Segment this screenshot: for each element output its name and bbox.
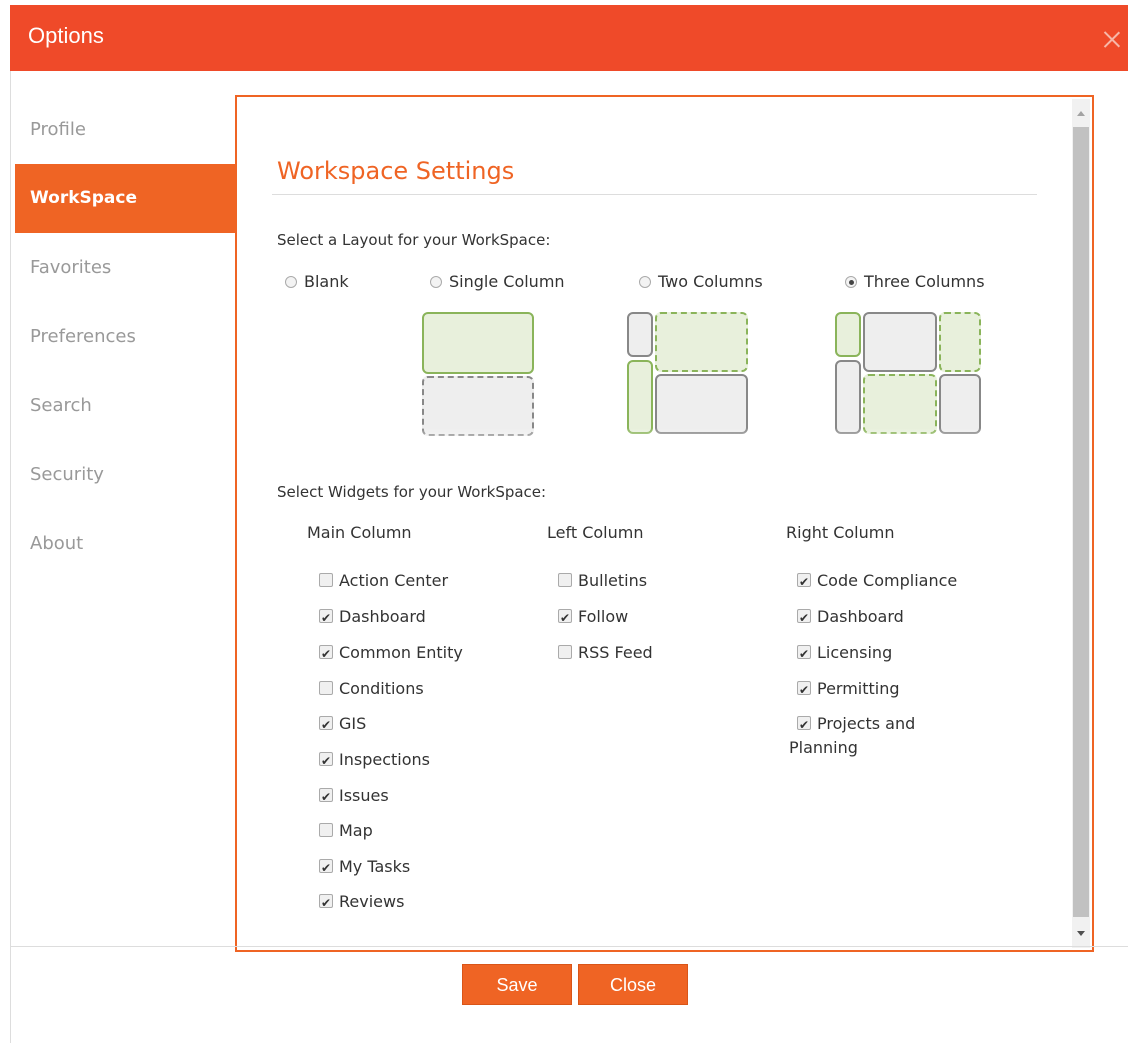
widget-option[interactable]: Dashboard [319, 605, 426, 630]
widget-label: Dashboard [817, 607, 904, 626]
widget-label: GIS [339, 714, 367, 733]
widget-checkbox[interactable] [797, 606, 811, 630]
widget-option[interactable]: Issues [319, 784, 389, 809]
layout-label-three-columns: Three Columns [864, 272, 985, 291]
widget-checkbox[interactable] [319, 606, 333, 630]
widget-option[interactable]: Dashboard [797, 605, 904, 630]
widget-label: My Tasks [339, 857, 411, 876]
widget-checkbox[interactable] [319, 823, 333, 837]
widget-option[interactable]: Bulletins [558, 569, 647, 593]
layout-radio-single-column[interactable] [430, 275, 442, 288]
widgets-section-label: Select Widgets for your WorkSpace: [277, 483, 547, 501]
widget-label: Common Entity [339, 643, 463, 662]
scroll-up-icon[interactable] [1077, 111, 1085, 116]
sidebar-item-security[interactable]: Security [15, 440, 236, 509]
scroll-down-icon[interactable] [1077, 931, 1085, 936]
layout-label-two-columns: Two Columns [658, 272, 763, 291]
widget-checkbox[interactable] [319, 573, 333, 587]
dialog-border [10, 71, 11, 1043]
widget-checkbox[interactable] [319, 856, 333, 880]
layout-option-blank[interactable]: Blank [285, 272, 349, 291]
layout-radio-two-columns[interactable] [639, 275, 651, 288]
widget-label: Dashboard [339, 607, 426, 626]
widget-label: Bulletins [578, 571, 648, 590]
sidebar-item-search[interactable]: Search [15, 371, 236, 440]
layout-option-three-columns[interactable]: Three Columns [845, 272, 985, 291]
sidebar-item-about[interactable]: About [15, 509, 236, 578]
widget-option[interactable]: Reviews [319, 890, 405, 915]
widget-option[interactable]: Permitting [797, 677, 900, 702]
widget-option[interactable]: Action Center [319, 569, 448, 593]
widget-label: Licensing [817, 643, 893, 662]
widget-label: Issues [339, 786, 389, 805]
layout-label-blank: Blank [304, 272, 349, 291]
widget-checkbox[interactable] [797, 713, 811, 737]
widget-label: Action Center [339, 571, 449, 590]
widget-checkbox[interactable] [558, 606, 572, 630]
three-columns-layout-preview[interactable] [835, 312, 985, 452]
widget-label: Map [339, 821, 373, 840]
save-button[interactable]: Save [462, 964, 572, 1005]
close-button[interactable]: Close [578, 964, 688, 1005]
layout-radio-blank[interactable] [285, 275, 297, 288]
widget-checkbox[interactable] [319, 785, 333, 809]
widget-label: Permitting [817, 679, 900, 698]
widget-label: Conditions [339, 679, 424, 698]
layout-option-single-column[interactable]: Single Column [430, 272, 565, 291]
widget-checkbox[interactable] [319, 642, 333, 666]
sidebar-item-preferences[interactable]: Preferences [15, 302, 236, 371]
dialog-title: Options [28, 23, 104, 48]
widget-checkbox[interactable] [319, 713, 333, 737]
main-column-heading: Main Column [307, 523, 412, 542]
widget-option[interactable]: My Tasks [319, 855, 411, 880]
widget-option[interactable]: Conditions [319, 677, 424, 701]
layout-option-two-columns[interactable]: Two Columns [639, 272, 763, 291]
options-sidebar: Profile WorkSpace Favorites Preferences … [15, 95, 236, 578]
left-column-heading: Left Column [547, 523, 644, 542]
page-title: Workspace Settings [277, 157, 515, 185]
workspace-settings-panel: Workspace Settings Select a Layout for y… [235, 95, 1094, 952]
widget-option[interactable]: RSS Feed [558, 641, 653, 665]
widget-checkbox[interactable] [797, 678, 811, 702]
widget-label: RSS Feed [578, 643, 653, 662]
footer-divider [10, 946, 1128, 947]
layout-section-label: Select a Layout for your WorkSpace: [277, 231, 551, 249]
single-column-layout-preview[interactable] [422, 312, 537, 452]
widget-option[interactable]: Common Entity [319, 641, 463, 666]
widget-option[interactable]: Map [319, 819, 373, 843]
widget-checkbox[interactable] [319, 681, 333, 695]
right-column-heading: Right Column [786, 523, 895, 542]
layout-radio-three-columns[interactable] [845, 275, 857, 288]
widget-checkbox[interactable] [558, 573, 572, 587]
dialog-title-bar: Options [10, 5, 1128, 71]
sidebar-item-profile[interactable]: Profile [15, 95, 236, 164]
widget-option[interactable]: Projects and Planning [789, 712, 939, 760]
widget-label: Inspections [339, 750, 430, 769]
widget-label: Code Compliance [817, 571, 958, 590]
widget-label: Reviews [339, 892, 405, 911]
sidebar-item-workspace[interactable]: WorkSpace [15, 164, 236, 233]
two-columns-layout-preview[interactable] [627, 312, 752, 452]
sidebar-item-favorites[interactable]: Favorites [15, 233, 236, 302]
title-divider [272, 194, 1037, 195]
widget-checkbox[interactable] [558, 645, 572, 659]
widget-option[interactable]: Licensing [797, 641, 893, 666]
widget-option[interactable]: Code Compliance [797, 569, 958, 594]
widget-checkbox[interactable] [319, 749, 333, 773]
scrollbar-thumb[interactable] [1073, 127, 1089, 917]
widget-label: Follow [578, 607, 629, 626]
widget-option[interactable]: Follow [558, 605, 629, 630]
widget-checkbox[interactable] [797, 570, 811, 594]
layout-label-single-column: Single Column [449, 272, 565, 291]
widget-checkbox[interactable] [797, 642, 811, 666]
widget-option[interactable]: Inspections [319, 748, 430, 773]
widget-checkbox[interactable] [319, 891, 333, 915]
vertical-scrollbar[interactable] [1072, 99, 1090, 948]
close-icon[interactable] [1102, 29, 1122, 49]
widget-option[interactable]: GIS [319, 712, 367, 737]
